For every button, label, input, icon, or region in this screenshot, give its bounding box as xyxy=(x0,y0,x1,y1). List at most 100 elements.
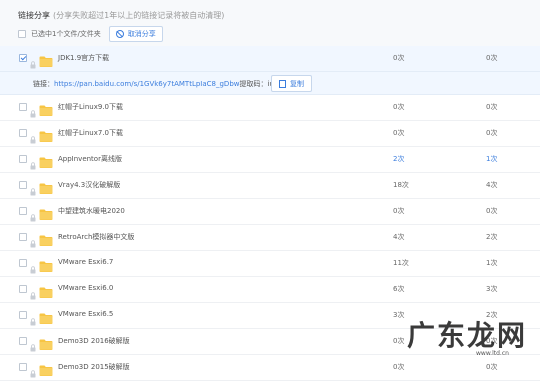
save-count: 0次 xyxy=(393,207,405,215)
file-name[interactable]: VMware Esxi6.5 xyxy=(58,310,113,318)
watermark-logo: 广东龙网 xyxy=(407,319,528,352)
file-row[interactable]: VMware Esxi6.0 6次 3次 xyxy=(0,277,540,303)
share-link-row: 链接：https://pan.baidu.com/s/1GVk6y7tAMTtL… xyxy=(0,72,540,95)
download-count: 3次 xyxy=(486,285,498,293)
share-url[interactable]: https://pan.baidu.com/s/1GVk6y7tAMTtLpIa… xyxy=(54,80,240,88)
lock-icon xyxy=(30,337,36,352)
lock-icon xyxy=(30,54,36,69)
lock-icon xyxy=(30,129,36,144)
lock-icon xyxy=(30,207,36,222)
download-count: 0次 xyxy=(486,129,498,137)
row-checkbox[interactable] xyxy=(19,103,27,111)
row-checkbox[interactable] xyxy=(19,54,27,62)
folder-icon xyxy=(39,283,53,298)
folder-icon xyxy=(39,335,53,350)
row-checkbox[interactable] xyxy=(19,207,27,215)
file-row[interactable]: 中望建筑水暖电2020 0次 0次 xyxy=(0,199,540,225)
row-checkbox[interactable] xyxy=(19,337,27,345)
download-count: 1次 xyxy=(486,259,498,267)
folder-icon xyxy=(39,52,53,67)
lock-icon xyxy=(30,363,36,378)
save-count: 4次 xyxy=(393,233,405,241)
row-checkbox[interactable] xyxy=(19,233,27,241)
lock-icon xyxy=(30,285,36,300)
link-prefix: 链接： xyxy=(33,80,54,88)
folder-icon xyxy=(39,361,53,376)
save-count: 2次 xyxy=(393,155,405,163)
folder-icon xyxy=(39,257,53,272)
page-title-line: 链接分享 (分享失败超过1年以上的链接记录将被自动清理) xyxy=(18,10,224,21)
file-name[interactable]: 红帽子Linux9.0下载 xyxy=(58,102,123,112)
cancel-icon xyxy=(115,30,124,38)
file-row[interactable]: 红帽子Linux7.0下载 0次 0次 xyxy=(0,121,540,147)
copy-link-button[interactable]: 复制 xyxy=(271,75,312,92)
selection-bar: 已选中1个文件/文件夹 取消分享 xyxy=(18,26,163,42)
file-name[interactable]: RetroArch模拟器中文版 xyxy=(58,232,134,242)
lock-icon xyxy=(30,311,36,326)
folder-icon xyxy=(39,179,53,194)
file-name[interactable]: VMware Esxi6.7 xyxy=(58,258,113,266)
row-checkbox[interactable] xyxy=(19,181,27,189)
lock-icon xyxy=(30,181,36,196)
lock-icon xyxy=(30,155,36,170)
file-name[interactable]: Demo3D 2016破解版 xyxy=(58,336,130,346)
download-count: 1次 xyxy=(486,155,498,163)
file-row[interactable]: 红帽子Linux9.0下载 0次 0次 xyxy=(0,95,540,121)
lock-icon xyxy=(30,233,36,248)
file-row[interactable]: RetroArch模拟器中文版 4次 2次 xyxy=(0,225,540,251)
download-count: 0次 xyxy=(486,363,498,371)
row-checkbox[interactable] xyxy=(19,155,27,163)
save-count: 0次 xyxy=(393,129,405,137)
file-name[interactable]: Vray4.3汉化破解版 xyxy=(58,180,120,190)
file-name[interactable]: AppInventor离线版 xyxy=(58,154,122,164)
save-count: 3次 xyxy=(393,311,405,319)
save-count: 0次 xyxy=(393,337,405,345)
download-count: 0次 xyxy=(486,54,498,62)
cancel-share-label: 取消分享 xyxy=(127,30,156,38)
folder-icon xyxy=(39,231,53,246)
lock-icon xyxy=(30,103,36,118)
copy-label: 复制 xyxy=(290,79,304,88)
file-row[interactable]: JDK1.9官方下载 0次 0次 xyxy=(0,46,540,72)
selection-count: 已选中1个文件/文件夹 xyxy=(31,30,101,38)
file-name[interactable]: 红帽子Linux7.0下载 xyxy=(58,128,123,138)
share-header: 链接分享 (分享失败超过1年以上的链接记录将被自动清理) 已选中1个文件/文件夹 … xyxy=(0,0,540,46)
watermark-url: www.ltd.cn xyxy=(476,350,509,357)
file-row[interactable]: Demo3D 2015破解版 0次 0次 xyxy=(0,355,540,381)
file-name[interactable]: VMware Esxi6.0 xyxy=(58,284,113,292)
lock-icon xyxy=(30,259,36,274)
download-count: 0次 xyxy=(486,103,498,111)
copy-icon xyxy=(279,79,286,88)
save-count: 0次 xyxy=(393,363,405,371)
row-checkbox[interactable] xyxy=(19,363,27,371)
save-count: 0次 xyxy=(393,103,405,111)
file-name[interactable]: JDK1.9官方下载 xyxy=(58,53,109,63)
file-row[interactable]: AppInventor离线版 2次 1次 xyxy=(0,147,540,173)
folder-icon xyxy=(39,101,53,116)
save-count: 11次 xyxy=(393,259,409,267)
row-checkbox[interactable] xyxy=(19,259,27,267)
share-link-text: 链接：https://pan.baidu.com/s/1GVk6y7tAMTtL… xyxy=(33,79,281,89)
folder-icon xyxy=(39,309,53,324)
file-row[interactable]: Vray4.3汉化破解版 18次 4次 xyxy=(0,173,540,199)
row-checkbox[interactable] xyxy=(19,311,27,319)
save-count: 6次 xyxy=(393,285,405,293)
file-row[interactable]: VMware Esxi6.7 11次 1次 xyxy=(0,251,540,277)
folder-icon xyxy=(39,153,53,168)
folder-icon xyxy=(39,205,53,220)
save-count: 0次 xyxy=(393,54,405,62)
download-count: 0次 xyxy=(486,207,498,215)
download-count: 4次 xyxy=(486,181,498,189)
row-checkbox[interactable] xyxy=(19,129,27,137)
code-label: 提取码： xyxy=(239,80,268,88)
folder-icon xyxy=(39,127,53,142)
download-count: 2次 xyxy=(486,233,498,241)
row-checkbox[interactable] xyxy=(19,285,27,293)
cleanup-note: (分享失败超过1年以上的链接记录将被自动清理) xyxy=(53,11,225,20)
cancel-share-button[interactable]: 取消分享 xyxy=(108,26,163,42)
save-count: 18次 xyxy=(393,181,409,189)
page-title: 链接分享 xyxy=(18,11,50,20)
file-name[interactable]: 中望建筑水暖电2020 xyxy=(58,206,125,216)
select-all-checkbox[interactable] xyxy=(18,30,26,38)
file-name[interactable]: Demo3D 2015破解版 xyxy=(58,362,130,372)
